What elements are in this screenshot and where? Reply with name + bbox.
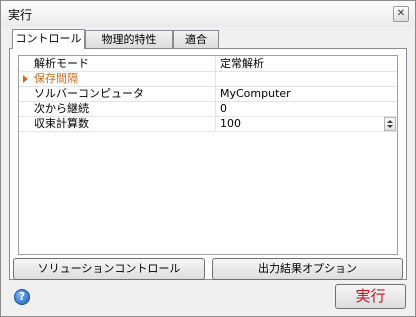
property-row-save-interval[interactable]: 保存間隔 <box>19 72 397 87</box>
column-divider <box>215 117 216 132</box>
iterations-spinner[interactable] <box>384 117 396 131</box>
property-row-continue-from[interactable]: 次から継続 0 <box>19 102 397 117</box>
run-button[interactable]: 実行 <box>335 284 406 309</box>
tab-control[interactable]: コントロール <box>12 29 85 49</box>
column-divider <box>215 57 216 72</box>
output-options-button[interactable]: 出力結果オプション <box>212 258 403 280</box>
window-title: 実行 <box>8 8 33 22</box>
spin-down-icon[interactable] <box>387 125 393 128</box>
close-icon: ✕ <box>396 8 406 19</box>
property-name: 解析モード <box>34 57 89 70</box>
property-name: ソルバーコンピュータ <box>34 87 144 100</box>
spin-up-icon[interactable] <box>387 120 393 123</box>
property-row-iterations[interactable]: 収束計算数 100 <box>19 117 397 132</box>
run-dialog: 実行 ✕ コントロール 物理的特性 適合 解析モード 定常解析 保存間隔 ソルバ… <box>0 0 416 317</box>
column-divider <box>215 87 216 102</box>
property-name: 保存間隔 <box>34 72 78 85</box>
column-divider <box>215 72 216 87</box>
expand-arrow-icon[interactable] <box>23 75 28 83</box>
solution-control-button[interactable]: ソリューションコントロール <box>13 258 205 280</box>
property-row-solver-computer[interactable]: ソルバーコンピュータ MyComputer <box>19 87 397 102</box>
property-grid: 解析モード 定常解析 保存間隔 ソルバーコンピュータ MyComputer 次か… <box>18 55 398 255</box>
property-row-analysis-mode[interactable]: 解析モード 定常解析 <box>19 57 397 72</box>
property-name: 収束計算数 <box>34 117 89 130</box>
property-value[interactable]: MyComputer <box>220 87 291 101</box>
close-button[interactable]: ✕ <box>393 6 409 22</box>
tab-physical-properties[interactable]: 物理的特性 <box>85 30 173 48</box>
title-bar[interactable]: 実行 ✕ <box>1 1 415 27</box>
tab-panel-control: 解析モード 定常解析 保存間隔 ソルバーコンピュータ MyComputer 次か… <box>9 48 407 280</box>
tab-fit[interactable]: 適合 <box>173 30 219 48</box>
property-name: 次から継続 <box>34 102 89 115</box>
column-divider <box>215 102 216 117</box>
property-value[interactable]: 定常解析 <box>220 57 264 71</box>
property-value[interactable]: 100 <box>220 117 241 131</box>
property-value[interactable]: 0 <box>220 102 227 116</box>
help-icon[interactable]: ? <box>14 289 30 305</box>
